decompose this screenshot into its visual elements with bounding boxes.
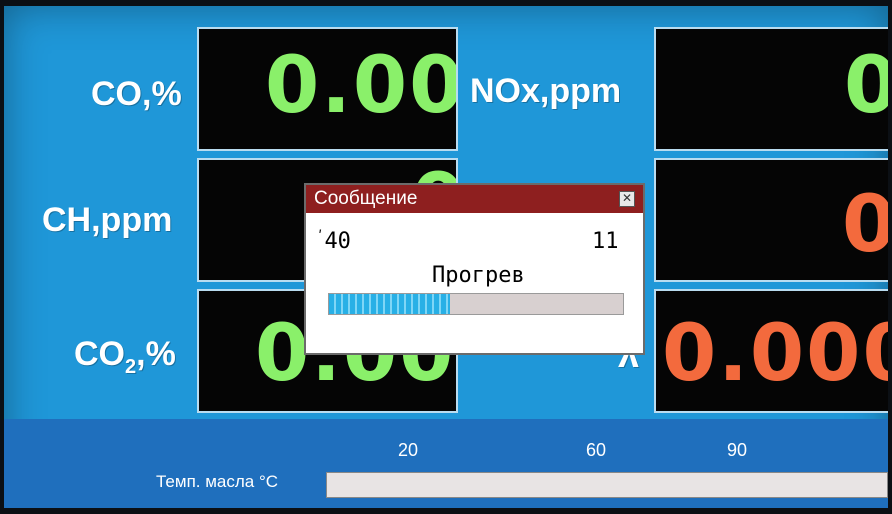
oil-temp-label: Темп. масла °C bbox=[156, 472, 279, 491]
nox-value: 0 bbox=[844, 47, 888, 125]
row2-right-value: 0 bbox=[842, 186, 888, 264]
close-icon[interactable]: ✕ bbox=[619, 191, 635, 207]
warmup-progress-fill bbox=[329, 294, 450, 314]
co-value: 0.00 bbox=[265, 41, 458, 131]
co2-label-tail: ,% bbox=[136, 335, 176, 373]
co2-label: CO2,% bbox=[74, 335, 176, 379]
message-dialog[interactable]: Сообщение ✕ ʹ40 11 Прогрев bbox=[304, 183, 645, 355]
co2-label-main: CO bbox=[74, 335, 125, 373]
dialog-titlebar[interactable]: Сообщение ✕ bbox=[306, 185, 643, 213]
co2-label-sub: 2 bbox=[125, 355, 137, 378]
dialog-title: Сообщение bbox=[314, 188, 418, 209]
co-value-box: 0.00 bbox=[197, 27, 458, 151]
lambda-value-box: 0.000 bbox=[654, 289, 888, 413]
warmup-progress-bar bbox=[328, 293, 624, 315]
nox-value-box: 0 bbox=[654, 27, 888, 151]
row2-right-value-box: 0 bbox=[654, 158, 888, 282]
ch-label: CH,ppm bbox=[42, 201, 173, 239]
dialog-left-number: 40 bbox=[324, 229, 351, 254]
co-label: CO,% bbox=[91, 75, 182, 113]
nox-label: NOx,ppm bbox=[470, 72, 622, 110]
tick-label: 60 bbox=[586, 440, 607, 460]
lambda-value: 0.000 bbox=[662, 309, 888, 399]
oil-temp-bar bbox=[326, 472, 888, 498]
dialog-status: Прогрев bbox=[432, 263, 525, 288]
dialog-right-value: 11 bbox=[592, 229, 619, 254]
tick-label: 90 bbox=[727, 440, 748, 460]
tick-label: 20 bbox=[398, 440, 419, 460]
dialog-left-value: ʹ40 bbox=[316, 229, 351, 254]
